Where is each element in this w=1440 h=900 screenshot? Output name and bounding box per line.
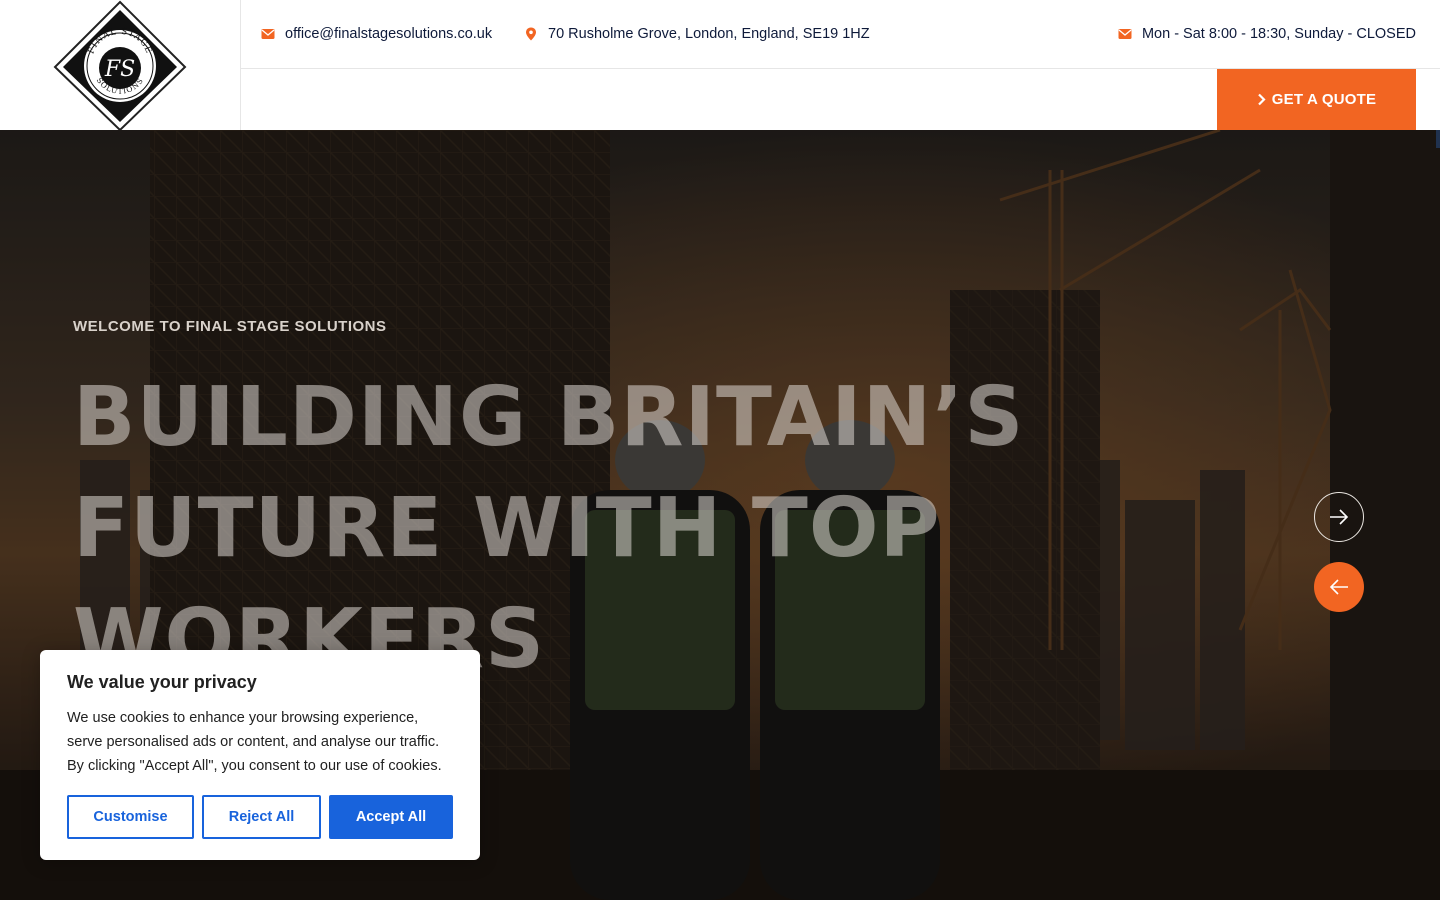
get-a-quote-label: GET A QUOTE: [1271, 91, 1377, 108]
map-pin-icon: [526, 27, 536, 41]
contact-email[interactable]: office@finalstagesolutions.co.uk: [261, 24, 492, 44]
hero-headline-line: FUTURE WITH TOP: [73, 481, 941, 576]
logo[interactable]: FINAL STAGE SOLUTIONS FS: [0, 0, 241, 130]
contact-address-text: 70 Rusholme Grove, London, England, SE19…: [548, 26, 870, 42]
envelope-icon: [1118, 29, 1132, 39]
cookie-description: We use cookies to enhance your browsing …: [67, 710, 442, 774]
hero-eyebrow: WELCOME TO FINAL STAGE SOLUTIONS: [73, 318, 387, 335]
contact-hours: Mon - Sat 8:00 - 18:30, Sunday - CLOSED: [1118, 24, 1416, 44]
chevron-right-icon: [1258, 93, 1266, 106]
slider-prev-button[interactable]: [1314, 562, 1364, 612]
hero-headline-line: BUILDING BRITAIN’S: [73, 370, 1025, 465]
contact-address: 70 Rusholme Grove, London, England, SE19…: [524, 24, 870, 44]
reject-all-button[interactable]: Reject All: [202, 795, 321, 839]
site-header: FINAL STAGE SOLUTIONS FS office@finalsta…: [0, 0, 1440, 130]
get-a-quote-button[interactable]: GET A QUOTE: [1217, 69, 1416, 130]
logo-emblem: FINAL STAGE SOLUTIONS FS: [53, 0, 187, 130]
arrow-right-icon: [1330, 509, 1349, 525]
arrow-left-icon: [1329, 579, 1348, 595]
contact-email-text: office@finalstagesolutions.co.uk: [285, 26, 493, 42]
envelope-icon: [261, 29, 275, 39]
cookie-consent-banner: We value your privacy We use cookies to …: [40, 650, 480, 860]
page-scrollbar[interactable]: [1436, 130, 1440, 148]
accept-all-button[interactable]: Accept All: [329, 795, 453, 839]
cookie-title: We value your privacy: [67, 672, 257, 692]
customise-button[interactable]: Customise: [67, 795, 194, 839]
logo-monogram: FS: [104, 57, 135, 82]
contact-bar: office@finalstagesolutions.co.uk 70 Rush…: [241, 0, 1440, 69]
contact-hours-text: Mon - Sat 8:00 - 18:30, Sunday - CLOSED: [1141, 26, 1416, 42]
slider-next-button[interactable]: [1314, 492, 1364, 542]
hero-headline: BUILDING BRITAIN’S FUTURE WITH TOP WORKE…: [73, 362, 1193, 695]
